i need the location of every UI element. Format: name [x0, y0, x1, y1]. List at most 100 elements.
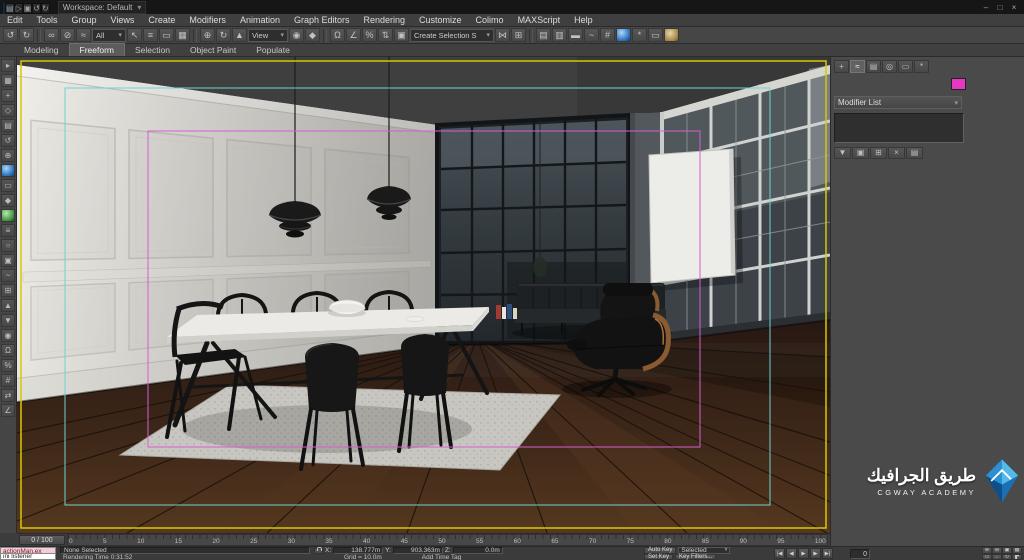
close-button[interactable]: ×	[1007, 2, 1021, 13]
left-toolbar-icon[interactable]: ⊞	[1, 284, 15, 297]
material-editor-icon[interactable]	[616, 28, 631, 42]
ribbon-tab[interactable]: Modeling	[14, 44, 69, 56]
x-coordinate-field[interactable]: 138.777m	[333, 547, 384, 554]
left-toolbar-icon[interactable]	[1, 164, 15, 177]
menu-item[interactable]: Help	[567, 14, 600, 26]
timeline-ruler[interactable]: 0 5 10 15 20 25 30 35 40 45 50 55 60 65 70 75 80 85 90 95 10…	[67, 534, 828, 546]
play-button[interactable]: ▶	[798, 548, 809, 559]
configure-modifier-sets-icon[interactable]: ▤	[906, 147, 923, 159]
left-toolbar-icon[interactable]: ▲	[1, 299, 15, 312]
left-toolbar-icon[interactable]: ○	[1, 239, 15, 252]
left-toolbar-icon[interactable]: ◉	[1, 329, 15, 342]
select-scale-icon[interactable]: ▲	[232, 28, 247, 42]
left-toolbar-icon[interactable]: Ω	[1, 344, 15, 357]
select-move-icon[interactable]: ⊕	[200, 28, 215, 42]
align-icon[interactable]: ⊞	[511, 28, 526, 42]
menu-item[interactable]: MAXScript	[511, 14, 568, 26]
left-toolbar-icon[interactable]: ⊕	[1, 149, 15, 162]
hierarchy-tab-icon[interactable]: ▤	[866, 60, 881, 73]
z-coordinate-field[interactable]: 0.0m	[452, 547, 503, 554]
ribbon-tab[interactable]: Freeform	[68, 43, 125, 56]
y-coordinate-field[interactable]: 903.363m	[392, 547, 443, 554]
left-toolbar-icon[interactable]: ↺	[1, 134, 15, 147]
left-toolbar-icon[interactable]: ▦	[1, 74, 15, 87]
left-toolbar-icon[interactable]: ▭	[1, 179, 15, 192]
modify-tab-icon[interactable]: ≈	[850, 60, 865, 73]
left-toolbar-icon[interactable]: ▸	[1, 59, 15, 72]
schematic-view-icon[interactable]: #	[600, 28, 615, 42]
angle-snap-icon[interactable]: ∠	[346, 28, 361, 42]
macro-recorder-line[interactable]: actionMan.ex	[0, 547, 56, 554]
left-toolbar-icon[interactable]: ◇	[1, 104, 15, 117]
mirror-icon[interactable]: ⋈	[495, 28, 510, 42]
pin-stack-icon[interactable]: ▼	[834, 147, 851, 159]
curve-editor-icon[interactable]: ~	[584, 28, 599, 42]
make-unique-icon[interactable]: ⊞	[870, 147, 887, 159]
render-setup-icon[interactable]: *	[632, 28, 647, 42]
orbit-icon[interactable]: ↻	[1002, 553, 1012, 560]
select-link-icon[interactable]: ∞	[44, 28, 59, 42]
current-frame-field[interactable]: 0	[850, 548, 870, 559]
reference-coordinate-dropdown[interactable]: View	[248, 28, 288, 42]
menu-item[interactable]: Animation	[233, 14, 287, 26]
percent-snap-icon[interactable]: %	[362, 28, 377, 42]
remove-modifier-icon[interactable]: ×	[888, 147, 905, 159]
zoom-region-icon[interactable]: ▭	[982, 553, 992, 560]
open-file-icon[interactable]: ▷	[14, 3, 23, 14]
left-toolbar-icon[interactable]: ⇄	[1, 389, 15, 402]
object-color-swatch[interactable]	[951, 78, 966, 90]
named-selection-dropdown[interactable]: Create Selection S	[410, 28, 494, 42]
menu-item[interactable]: Customize	[412, 14, 469, 26]
spinner-snap-icon[interactable]: ⇅	[378, 28, 393, 42]
selection-lock-toggle[interactable]	[314, 546, 323, 554]
mini-listener-line[interactable]: ini listener	[0, 554, 56, 560]
left-toolbar-icon[interactable]: #	[1, 374, 15, 387]
left-toolbar-icon[interactable]: ~	[1, 269, 15, 282]
ribbon-tab[interactable]: Object Paint	[180, 44, 246, 56]
menu-item[interactable]: Colimo	[469, 14, 511, 26]
create-tab-icon[interactable]: +	[834, 60, 849, 73]
minimize-button[interactable]: –	[979, 2, 993, 13]
maximize-button[interactable]: □	[993, 2, 1007, 13]
layer-manager-icon[interactable]: ▥	[552, 28, 567, 42]
left-toolbar-icon[interactable]: ∠	[1, 404, 15, 417]
edit-named-selections-icon[interactable]: ▣	[394, 28, 409, 42]
display-tab-icon[interactable]: ▭	[898, 60, 913, 73]
utilities-tab-icon[interactable]: *	[914, 60, 929, 73]
undo-icon[interactable]: ↺	[32, 3, 41, 14]
menu-item[interactable]: Modifiers	[182, 14, 233, 26]
window-crossing-icon[interactable]: ▦	[175, 28, 190, 42]
menu-item[interactable]: Rendering	[357, 14, 413, 26]
menu-item[interactable]: Graph Editors	[287, 14, 357, 26]
snap-toggle-3d-icon[interactable]: Ω	[330, 28, 345, 42]
next-frame-button[interactable]: ▶	[810, 548, 821, 559]
menu-item[interactable]: Create	[141, 14, 182, 26]
ribbon-tab[interactable]: Populate	[246, 44, 300, 56]
left-toolbar-icon[interactable]: ▣	[1, 254, 15, 267]
go-to-end-button[interactable]: ▶|	[822, 548, 833, 559]
modifier-stack-list[interactable]	[834, 113, 964, 143]
select-by-name-icon[interactable]: ≡	[143, 28, 158, 42]
select-manipulate-icon[interactable]: ◆	[305, 28, 320, 42]
use-pivot-center-icon[interactable]: ◉	[289, 28, 304, 42]
left-toolbar-icon[interactable]: +	[1, 89, 15, 102]
menu-item[interactable]: Group	[65, 14, 104, 26]
left-toolbar-icon[interactable]: ≡	[1, 224, 15, 237]
time-slider-frame-display[interactable]: 0 / 100	[19, 535, 65, 545]
undo-icon[interactable]: ↺	[3, 28, 18, 42]
left-toolbar-icon[interactable]: ▼	[1, 314, 15, 327]
redo-icon[interactable]: ↻	[19, 28, 34, 42]
redo-icon[interactable]: ↻	[40, 3, 50, 14]
previous-frame-button[interactable]: ◀	[786, 548, 797, 559]
selection-filter-dropdown[interactable]: All	[92, 28, 126, 42]
bind-spacewarp-icon[interactable]: ≈	[76, 28, 91, 42]
rect-selection-region-icon[interactable]: ▭	[159, 28, 174, 42]
menu-item[interactable]: Tools	[30, 14, 65, 26]
toggle-scene-explorer-icon[interactable]: ▤	[536, 28, 551, 42]
menu-item[interactable]: Views	[104, 14, 142, 26]
select-rotate-icon[interactable]: ↻	[216, 28, 231, 42]
render-production-icon[interactable]	[664, 28, 679, 42]
maximize-viewport-toggle-icon[interactable]: ▛	[1012, 553, 1022, 560]
modifier-list-dropdown[interactable]: Modifier List	[834, 96, 962, 109]
unlink-icon[interactable]: ⊘	[60, 28, 75, 42]
